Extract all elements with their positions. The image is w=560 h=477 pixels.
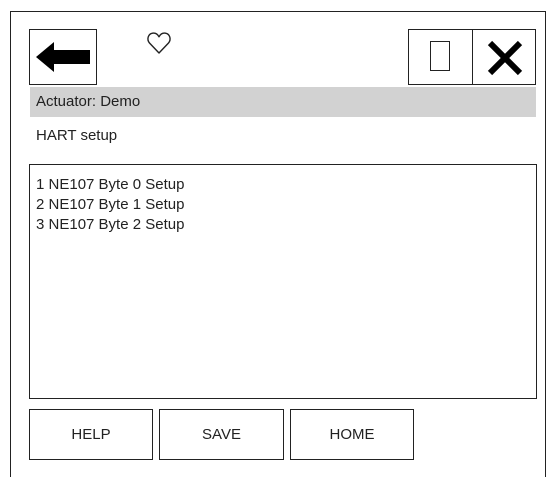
menu-list: 1 NE107 Byte 0 Setup 2 NE107 Byte 1 Setu… <box>29 164 537 399</box>
close-button[interactable] <box>472 29 536 85</box>
menu-item-byte-0[interactable]: 1 NE107 Byte 0 Setup <box>36 175 536 195</box>
heart-icon[interactable] <box>146 30 172 56</box>
window-button[interactable] <box>408 29 473 85</box>
home-button[interactable]: HOME <box>290 409 414 460</box>
square-icon <box>430 41 450 71</box>
section-subtitle: HART setup <box>36 127 118 144</box>
menu-item-byte-2[interactable]: 3 NE107 Byte 2 Setup <box>36 215 536 235</box>
help-button[interactable]: HELP <box>29 409 153 460</box>
left-arrow-icon <box>36 42 90 72</box>
back-button[interactable] <box>29 29 97 85</box>
save-button[interactable]: SAVE <box>159 409 284 460</box>
close-x-icon <box>487 40 523 76</box>
menu-item-byte-1[interactable]: 2 NE107 Byte 1 Setup <box>36 195 536 215</box>
page-title: Actuator: Demo <box>30 87 536 117</box>
